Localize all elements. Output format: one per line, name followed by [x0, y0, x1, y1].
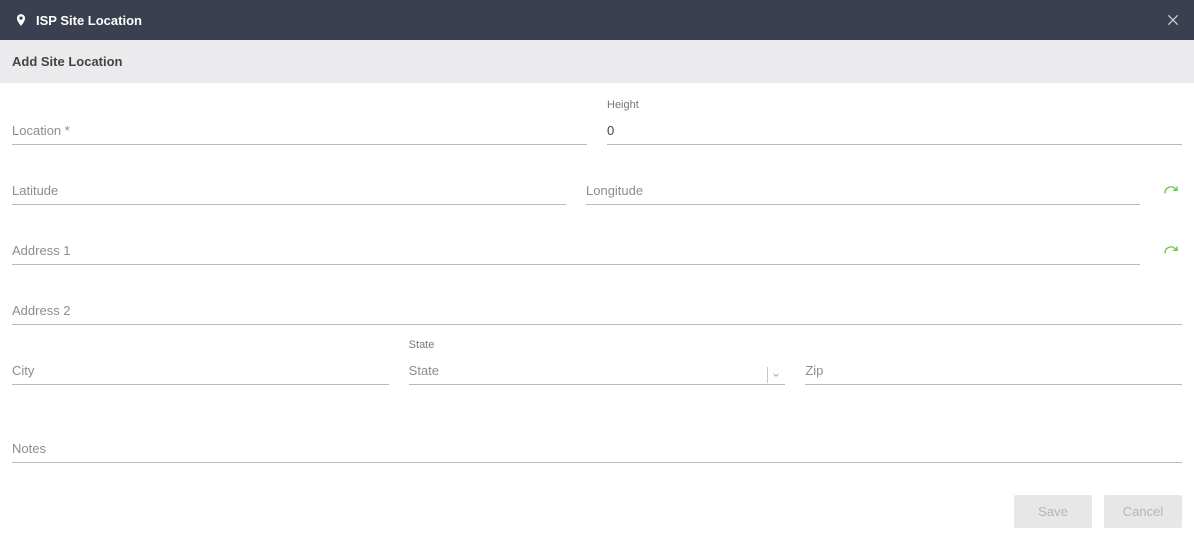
city-input[interactable]: [12, 357, 389, 385]
modal: ISP Site Location Add Site Location Heig…: [0, 0, 1194, 538]
modal-title: ISP Site Location: [36, 13, 142, 28]
refresh-address-button[interactable]: [1160, 245, 1182, 269]
latitude-input[interactable]: [12, 177, 566, 205]
location-field-wrap: [12, 99, 587, 149]
height-input[interactable]: [607, 117, 1182, 145]
address2-input[interactable]: [12, 297, 1182, 325]
location-input[interactable]: [12, 117, 587, 145]
form-body: Height: [0, 83, 1194, 467]
titlebar: ISP Site Location: [0, 0, 1194, 40]
save-button[interactable]: Save: [1014, 495, 1092, 528]
refresh-latlng-button[interactable]: [1160, 185, 1182, 209]
state-select-placeholder: State: [409, 363, 439, 378]
state-label: State: [409, 339, 435, 351]
form-section-header: Add Site Location: [0, 40, 1194, 83]
height-label: Height: [607, 99, 639, 111]
city-field-wrap: [12, 339, 389, 389]
notes-input[interactable]: [12, 435, 1182, 463]
notes-field-wrap: [12, 417, 1182, 467]
longitude-field-wrap: [586, 159, 1140, 209]
height-field-wrap: Height: [607, 99, 1182, 149]
longitude-input[interactable]: [586, 177, 1140, 205]
close-icon[interactable]: [1166, 13, 1180, 27]
state-select[interactable]: State: [409, 357, 786, 385]
zip-input[interactable]: [805, 357, 1182, 385]
latitude-field-wrap: [12, 159, 566, 209]
chevron-down-icon: [767, 367, 783, 383]
location-pin-icon: [14, 13, 28, 27]
cancel-button[interactable]: Cancel: [1104, 495, 1182, 528]
address2-field-wrap: [12, 279, 1182, 329]
action-bar: Save Cancel: [0, 467, 1194, 538]
address1-input[interactable]: [12, 237, 1140, 265]
state-field-wrap: State State: [409, 339, 786, 389]
address1-field-wrap: [12, 219, 1140, 269]
zip-field-wrap: [805, 339, 1182, 389]
